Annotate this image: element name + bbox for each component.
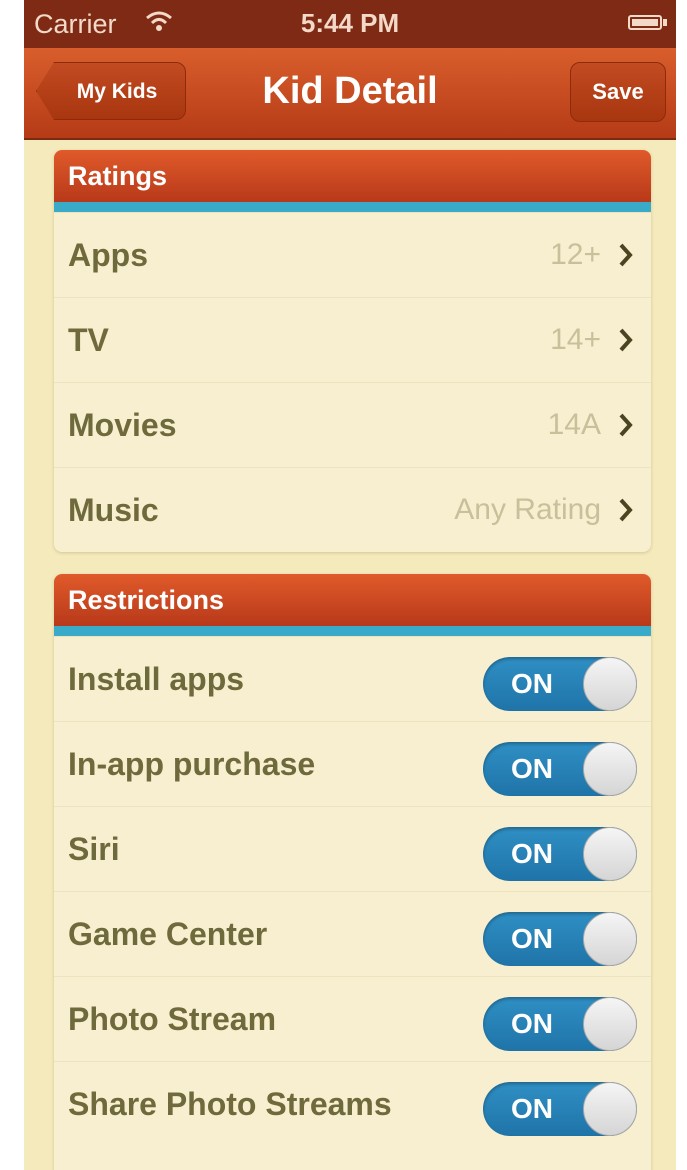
row-label: TV [68,322,109,358]
restriction-row-game-center: Game Center ON [54,891,651,976]
ratings-section: Ratings Apps 12+ TV 14+ Movies 14A Music… [54,150,651,552]
restriction-row-siri: Siri ON [54,806,651,891]
save-button[interactable]: Save [570,62,666,122]
toggle-knob [583,1082,637,1136]
battery-tip [663,19,667,26]
toggle-knob [583,912,637,966]
toggle-state: ON [511,1093,553,1124]
row-label: Share Photo Streams [68,1086,392,1122]
ratings-header: Ratings [54,150,651,212]
row-value: Any Rating [454,493,601,526]
toggle-state: ON [511,923,553,954]
share-photo-streams-toggle[interactable]: ON [483,1082,637,1136]
restriction-row-in-app-purchase: In-app purchase ON [54,721,651,806]
toggle-knob [583,742,637,796]
photo-stream-toggle[interactable]: ON [483,997,637,1051]
restriction-row-share-photo-streams: Share Photo Streams ON [54,1061,651,1146]
in-app-purchase-toggle[interactable]: ON [483,742,637,796]
rating-row-apps[interactable]: Apps 12+ [54,212,651,297]
row-label: Install apps [68,661,245,697]
row-label: Music [68,492,159,528]
chevron-right-icon [619,413,633,437]
row-label: Game Center [68,916,268,952]
battery-icon [628,15,662,30]
siri-toggle[interactable]: ON [483,827,637,881]
toggle-knob [583,997,637,1051]
restriction-row-photo-stream: Photo Stream ON [54,976,651,1061]
toggle-state: ON [511,838,553,869]
restrictions-section: Restrictions Install apps ON In-app purc… [54,574,651,1170]
chevron-right-icon [619,498,633,522]
toggle-knob [583,657,637,711]
chevron-right-icon [619,243,633,267]
rating-row-movies[interactable]: Movies 14A [54,382,651,467]
rating-row-music[interactable]: Music Any Rating [54,467,651,552]
row-value: 14+ [550,323,601,356]
row-label: Siri [68,831,120,867]
restrictions-header: Restrictions [54,574,651,636]
row-label: In-app purchase [68,746,316,782]
row-label: Apps [68,237,148,273]
navigation-bar: My Kids Kid Detail Save [24,48,676,140]
row-value: 12+ [550,238,601,271]
row-label: Movies [68,407,177,443]
toggle-state: ON [511,753,553,784]
install-apps-toggle[interactable]: ON [483,657,637,711]
toggle-state: ON [511,668,553,699]
toggle-knob [583,827,637,881]
row-value: 14A [547,408,601,441]
content-area: Ratings Apps 12+ TV 14+ Movies 14A Music… [24,140,676,1170]
restriction-row-install-apps: Install apps ON [54,636,651,721]
game-center-toggle[interactable]: ON [483,912,637,966]
toggle-state: ON [511,1008,553,1039]
status-time: 5:44 PM [300,8,400,38]
phone-screen: Carrier 5:44 PM My Kids Kid Detail Save … [24,0,676,1170]
row-label: Photo Stream [68,1001,277,1037]
rating-row-tv[interactable]: TV 14+ [54,297,651,382]
status-bar: Carrier 5:44 PM [24,0,676,48]
chevron-right-icon [619,328,633,352]
